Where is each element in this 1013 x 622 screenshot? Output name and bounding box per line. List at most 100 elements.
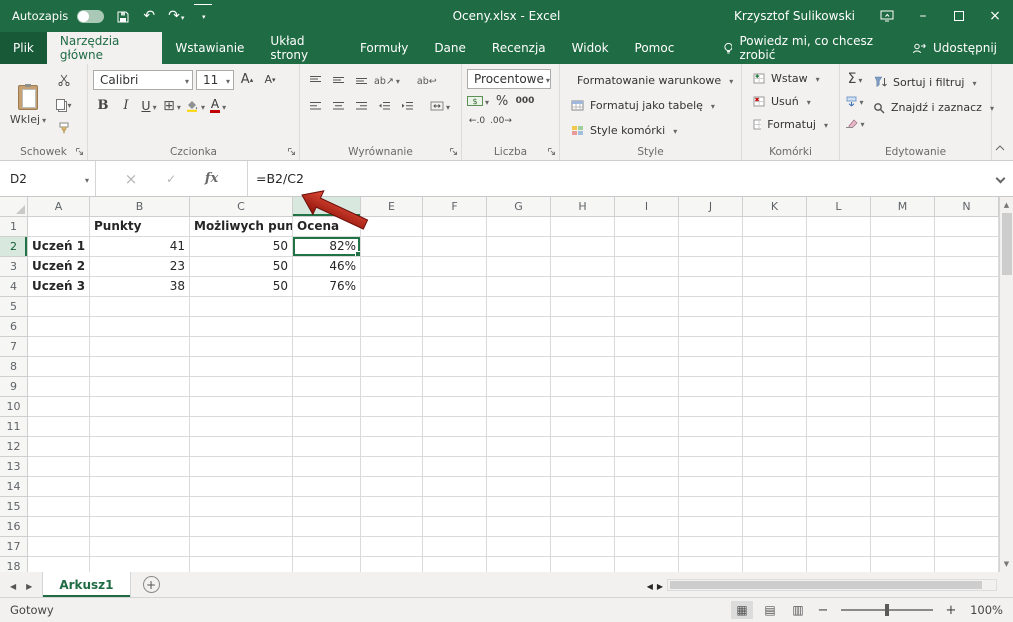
- cell-F9[interactable]: [423, 377, 487, 397]
- align-top-button[interactable]: [305, 70, 325, 90]
- cell-H9[interactable]: [551, 377, 615, 397]
- cell-N16[interactable]: [935, 517, 999, 537]
- cell-H12[interactable]: [551, 437, 615, 457]
- cell-E8[interactable]: [361, 357, 423, 377]
- cell-C9[interactable]: [190, 377, 293, 397]
- cell-C17[interactable]: [190, 537, 293, 557]
- cell-C15[interactable]: [190, 497, 293, 517]
- cell-F12[interactable]: [423, 437, 487, 457]
- cell-F3[interactable]: [423, 257, 487, 277]
- row-header-18[interactable]: 18: [0, 557, 28, 572]
- cell-G16[interactable]: [487, 517, 551, 537]
- cell-K5[interactable]: [743, 297, 807, 317]
- format-as-table-button[interactable]: Formatuj jako tabelę: [565, 93, 736, 117]
- format-painter-button[interactable]: [54, 118, 74, 138]
- column-header-L[interactable]: L: [807, 197, 871, 217]
- cell-H16[interactable]: [551, 517, 615, 537]
- row-header-5[interactable]: 5: [0, 297, 28, 317]
- cell-A6[interactable]: [28, 317, 90, 337]
- cell-D14[interactable]: [293, 477, 361, 497]
- cell-N17[interactable]: [935, 537, 999, 557]
- column-header-M[interactable]: M: [871, 197, 935, 217]
- cell-L16[interactable]: [807, 517, 871, 537]
- cell-E1[interactable]: [361, 217, 423, 237]
- cell-D17[interactable]: [293, 537, 361, 557]
- cell-G17[interactable]: [487, 537, 551, 557]
- currency-format-button[interactable]: [467, 91, 489, 111]
- sort-filter-button[interactable]: Sortuj i filtruj: [871, 72, 996, 93]
- column-header-K[interactable]: K: [743, 197, 807, 217]
- cell-J8[interactable]: [679, 357, 743, 377]
- cell-L6[interactable]: [807, 317, 871, 337]
- ribbon-display-options-button[interactable]: [869, 0, 905, 32]
- cell-C8[interactable]: [190, 357, 293, 377]
- cell-M11[interactable]: [871, 417, 935, 437]
- cell-N5[interactable]: [935, 297, 999, 317]
- close-button[interactable]: ×: [977, 0, 1013, 32]
- cell-H11[interactable]: [551, 417, 615, 437]
- column-header-H[interactable]: H: [551, 197, 615, 217]
- number-format-select[interactable]: Procentowe: [467, 69, 551, 89]
- cell-B12[interactable]: [90, 437, 190, 457]
- underline-button[interactable]: U: [139, 96, 159, 116]
- cell-G15[interactable]: [487, 497, 551, 517]
- cell-K10[interactable]: [743, 397, 807, 417]
- cell-I6[interactable]: [615, 317, 679, 337]
- row-header-14[interactable]: 14: [0, 477, 28, 497]
- page-break-view-button[interactable]: [787, 601, 809, 619]
- cell-E2[interactable]: [361, 237, 423, 257]
- cell-D13[interactable]: [293, 457, 361, 477]
- cell-I3[interactable]: [615, 257, 679, 277]
- formula-input[interactable]: =B2/C2: [248, 161, 987, 196]
- cell-K6[interactable]: [743, 317, 807, 337]
- cell-F5[interactable]: [423, 297, 487, 317]
- cell-M2[interactable]: [871, 237, 935, 257]
- cell-I10[interactable]: [615, 397, 679, 417]
- cell-J16[interactable]: [679, 517, 743, 537]
- column-header-B[interactable]: B: [90, 197, 190, 217]
- cell-J14[interactable]: [679, 477, 743, 497]
- cell-E10[interactable]: [361, 397, 423, 417]
- tab-plik[interactable]: Plik: [0, 32, 47, 64]
- cell-B15[interactable]: [90, 497, 190, 517]
- cell-A16[interactable]: [28, 517, 90, 537]
- cell-H17[interactable]: [551, 537, 615, 557]
- delete-cells-button[interactable]: Usuń: [747, 91, 834, 112]
- cell-K8[interactable]: [743, 357, 807, 377]
- cell-M4[interactable]: [871, 277, 935, 297]
- italic-button[interactable]: I: [116, 96, 136, 116]
- tab-formuly[interactable]: Formuły: [347, 32, 421, 64]
- cell-L10[interactable]: [807, 397, 871, 417]
- cell-F1[interactable]: [423, 217, 487, 237]
- row-header-7[interactable]: 7: [0, 337, 28, 357]
- cell-L12[interactable]: [807, 437, 871, 457]
- cell-B14[interactable]: [90, 477, 190, 497]
- vertical-scrollbar[interactable]: [999, 197, 1013, 572]
- cell-F13[interactable]: [423, 457, 487, 477]
- cell-F16[interactable]: [423, 517, 487, 537]
- cell-G18[interactable]: [487, 557, 551, 572]
- cell-N6[interactable]: [935, 317, 999, 337]
- cell-K7[interactable]: [743, 337, 807, 357]
- undo-button[interactable]: [140, 4, 158, 28]
- row-header-9[interactable]: 9: [0, 377, 28, 397]
- cell-J18[interactable]: [679, 557, 743, 572]
- clipboard-dialog-launcher[interactable]: [74, 146, 85, 157]
- cell-C14[interactable]: [190, 477, 293, 497]
- font-dialog-launcher[interactable]: [286, 146, 297, 157]
- merge-center-button[interactable]: [430, 96, 450, 116]
- cell-L4[interactable]: [807, 277, 871, 297]
- cell-A9[interactable]: [28, 377, 90, 397]
- cell-N13[interactable]: [935, 457, 999, 477]
- cell-B9[interactable]: [90, 377, 190, 397]
- previous-sheet-icon[interactable]: [10, 578, 16, 592]
- cell-B16[interactable]: [90, 517, 190, 537]
- cell-G13[interactable]: [487, 457, 551, 477]
- cell-I13[interactable]: [615, 457, 679, 477]
- cell-F4[interactable]: [423, 277, 487, 297]
- cell-A18[interactable]: [28, 557, 90, 572]
- cell-K14[interactable]: [743, 477, 807, 497]
- cell-E12[interactable]: [361, 437, 423, 457]
- tab-uklad-strony[interactable]: Układ strony: [257, 32, 347, 64]
- save-button[interactable]: [113, 4, 131, 28]
